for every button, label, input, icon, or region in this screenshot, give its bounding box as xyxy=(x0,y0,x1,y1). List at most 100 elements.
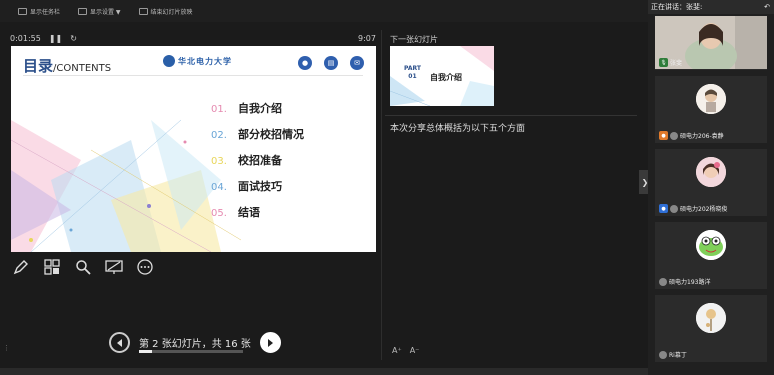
slide-counter-text: 第 2 张幻灯片，共 16 张 xyxy=(139,339,251,350)
elapsed-time: 0:01:55 xyxy=(10,34,41,43)
item-number: 01. xyxy=(211,104,227,115)
avatar xyxy=(696,157,726,187)
speaker-notes[interactable]: 本次分享总体概括为以下五个方面 xyxy=(390,121,525,134)
mini-avatar xyxy=(659,277,667,286)
item-number: 04. xyxy=(211,182,227,193)
participant-label: ● 硕电力206-袁静 xyxy=(659,131,724,140)
zoom-icon[interactable] xyxy=(74,258,92,276)
slide-counter: 第 2 张幻灯片，共 16 张 xyxy=(139,335,251,353)
previous-slide-button[interactable] xyxy=(109,332,130,353)
black-screen-icon[interactable] xyxy=(105,258,123,276)
participant-name: 张斐 xyxy=(670,60,683,67)
participant-card[interactable]: Ri慕丁 xyxy=(655,295,767,362)
item-text: 自我介绍 xyxy=(238,102,282,115)
avatar-image xyxy=(696,303,726,333)
mini-avatar xyxy=(670,204,678,213)
pane-divider[interactable] xyxy=(381,30,382,360)
pen-icon[interactable] xyxy=(12,258,30,276)
contents-item: 01. 自我介绍 xyxy=(211,100,304,126)
current-slide[interactable]: 目录/CONTENTS 华北电力大学 ● ▤ ✉ 01. 自我介绍 02. 部分… xyxy=(11,46,376,252)
speaking-name: 张斐: xyxy=(686,3,703,11)
presenter-tools xyxy=(12,258,154,276)
document-icon: ▤ xyxy=(324,56,338,70)
item-number: 05. xyxy=(211,208,227,219)
see-all-slides-icon[interactable] xyxy=(43,258,61,276)
display-settings-label: 显示设置 ▼ xyxy=(90,8,121,16)
part-label: PART 01 xyxy=(404,65,421,81)
item-text: 结语 xyxy=(238,206,260,219)
display-settings-button[interactable]: 显示设置 ▼ xyxy=(78,7,121,16)
slide-header-icons: ● ▤ ✉ xyxy=(298,56,364,70)
presenter-view: 显示任务栏 显示设置 ▼ 结束幻灯片放映 0:01:55 ❚❚ ↻ 9:07 目… xyxy=(0,0,774,375)
slide-title-en: /CONTENTS xyxy=(53,63,112,74)
participant-name: 硕电力206-袁静 xyxy=(680,133,724,140)
participant-name: Ri慕丁 xyxy=(669,352,687,359)
speaking-prefix: 正在讲话： xyxy=(651,3,686,11)
chevron-left-icon xyxy=(116,338,122,347)
notes-font-controls: A⁺ A⁻ xyxy=(392,346,419,355)
user-icon: ● xyxy=(659,204,668,213)
contents-list: 01. 自我介绍 02. 部分校招情况 03. 校招准备 04. 面试技巧 05… xyxy=(211,100,304,230)
mail-icon: ✉ xyxy=(350,56,364,70)
more-options-icon[interactable] xyxy=(136,258,154,276)
slide-title: 目录/CONTENTS xyxy=(23,55,111,76)
contents-item: 05. 结语 xyxy=(211,204,304,230)
mini-avatar xyxy=(670,131,678,140)
next-slide-preview[interactable]: PART 01 自我介绍 xyxy=(390,46,494,106)
decrease-font-button[interactable]: A⁻ xyxy=(410,346,420,355)
user-icon: ● xyxy=(659,131,668,140)
end-show-label: 结束幻灯片放映 xyxy=(150,8,193,16)
participant-card[interactable]: ● 硕电力206-袁静 xyxy=(655,76,767,143)
avatar-image xyxy=(696,230,726,260)
participant-name: 硕电力202杨晓俊 xyxy=(680,206,728,213)
mic-icon: 🎙 xyxy=(659,58,668,67)
header-divider xyxy=(23,75,363,76)
low-poly-decoration xyxy=(11,119,241,252)
item-text: 校招准备 xyxy=(238,154,282,167)
item-number: 03. xyxy=(211,156,227,167)
item-text: 面试技巧 xyxy=(238,180,282,193)
participant-card[interactable]: 硕电力193路洋 xyxy=(655,222,767,289)
next-slide-title: 自我介绍 xyxy=(430,73,462,82)
more-menu-dots[interactable]: ⋮ xyxy=(3,344,10,352)
slide-progress-fill xyxy=(139,350,152,353)
show-taskbar-label: 显示任务栏 xyxy=(30,8,61,16)
participant-card[interactable]: 🎙 张斐 xyxy=(655,16,767,70)
increase-font-button[interactable]: A⁺ xyxy=(392,346,402,355)
end-show-icon xyxy=(138,7,148,15)
part-number: 01 xyxy=(408,73,417,80)
return-icon[interactable]: ↶ xyxy=(764,3,770,11)
participant-label: 硕电力193路洋 xyxy=(659,277,710,286)
participant-label: ● 硕电力202杨晓俊 xyxy=(659,204,727,213)
avatar xyxy=(696,84,726,114)
part-text: PART xyxy=(404,65,421,72)
university-name: 华北电力大学 xyxy=(178,55,232,66)
contents-item: 04. 面试技巧 xyxy=(211,178,304,204)
timer-row: 0:01:55 ❚❚ ↻ xyxy=(10,34,77,43)
slide-navigation: 第 2 张幻灯片，共 16 张 xyxy=(109,332,281,353)
pause-icon[interactable]: ❚❚ xyxy=(49,34,62,43)
avatar-image xyxy=(696,157,726,187)
participants-panel: 正在讲话：张斐: ↶ 🎙 张斐 ● 硕电力206-袁静 ● 硕电力202杨晓俊 … xyxy=(648,0,774,375)
reset-timer-icon[interactable]: ↻ xyxy=(70,34,77,43)
item-text: 部分校招情况 xyxy=(238,128,304,141)
speaking-indicator: 正在讲话：张斐: ↶ xyxy=(648,0,774,14)
next-slide-button[interactable] xyxy=(259,332,281,353)
speaking-text: 正在讲话：张斐: xyxy=(651,2,702,12)
monitor-icon xyxy=(78,7,88,15)
bottom-strip xyxy=(0,368,648,375)
university-seal-icon xyxy=(163,55,175,67)
people-icon: ● xyxy=(298,56,312,70)
contents-item: 02. 部分校招情况 xyxy=(211,126,304,152)
slide-progress-bar xyxy=(139,350,243,353)
item-number: 02. xyxy=(211,130,227,141)
slide-header: 目录/CONTENTS 华北电力大学 ● ▤ ✉ xyxy=(11,46,376,80)
participant-label: Ri慕丁 xyxy=(659,350,687,359)
next-slide-label: 下一张幻灯片 xyxy=(390,35,438,44)
avatar xyxy=(696,230,726,260)
notes-divider xyxy=(385,115,637,116)
presenter-toolbar: 显示任务栏 显示设置 ▼ 结束幻灯片放映 xyxy=(0,0,648,22)
show-taskbar-button[interactable]: 显示任务栏 xyxy=(18,7,60,16)
participant-card[interactable]: ● 硕电力202杨晓俊 xyxy=(655,149,767,216)
end-show-button[interactable]: 结束幻灯片放映 xyxy=(138,7,193,16)
